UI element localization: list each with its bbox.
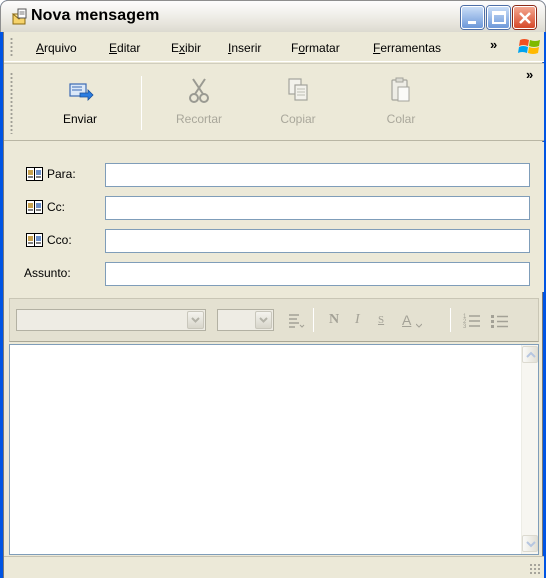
italic-button[interactable]: I — [355, 312, 360, 328]
to-label-button[interactable]: Para: — [26, 167, 76, 181]
bcc-input[interactable] — [105, 229, 530, 253]
maximize-button[interactable] — [487, 6, 510, 29]
to-label: Para: — [47, 167, 76, 181]
address-book-icon — [26, 167, 43, 181]
menu-ferramentas[interactable]: Ferramentas — [373, 41, 441, 55]
format-separator — [450, 308, 451, 332]
menu-bar: Arquivo Editar Exibir Inserir Formatar F… — [4, 32, 544, 62]
bcc-label-button[interactable]: Cco: — [26, 233, 72, 247]
underline-button[interactable]: S — [378, 314, 384, 326]
resize-grip[interactable] — [529, 563, 541, 575]
menu-editar[interactable]: Editar — [109, 41, 140, 55]
toolbar-overflow-chevron[interactable]: » — [526, 67, 533, 82]
toolbar-grip[interactable] — [10, 72, 13, 134]
scroll-down-button[interactable] — [522, 535, 538, 552]
font-size-dropdown-button[interactable] — [255, 311, 272, 329]
font-size-combo[interactable] — [217, 309, 274, 331]
svg-text:3: 3 — [463, 324, 467, 330]
copy-button[interactable]: Copiar — [258, 76, 338, 126]
menu-formatar[interactable]: Formatar — [291, 41, 340, 55]
subject-input[interactable] — [105, 262, 530, 286]
minimize-button[interactable] — [461, 6, 484, 29]
close-button[interactable] — [513, 6, 536, 29]
cc-label: Cc: — [47, 200, 65, 214]
minimize-icon — [468, 21, 476, 24]
cc-row: Cc: — [4, 195, 544, 221]
title-bar[interactable]: Nova mensagem — [0, 0, 546, 32]
bold-button[interactable]: N — [329, 312, 339, 328]
cc-input[interactable] — [105, 196, 530, 220]
window-frame: Arquivo Editar Exibir Inserir Formatar F… — [3, 32, 544, 578]
message-body[interactable] — [9, 344, 539, 555]
to-row: Para: — [4, 162, 544, 188]
formatting-toolbar: N I S A 1 2 3 — [9, 298, 539, 342]
send-icon — [69, 83, 94, 101]
standard-toolbar: Enviar Recortar Copiar Colar » — [4, 63, 544, 141]
paste-button[interactable]: Colar — [361, 76, 441, 126]
menu-arquivo[interactable]: Arquivo — [36, 41, 77, 55]
scissors-icon — [189, 78, 209, 103]
address-fields: Para: Cc: Cco: Assunto: — [4, 142, 544, 292]
cc-label-button[interactable]: Cc: — [26, 200, 65, 214]
paragraph-style-icon[interactable] — [286, 311, 306, 331]
cut-label: Recortar — [175, 112, 222, 126]
bulleted-list-icon[interactable] — [490, 311, 510, 331]
menu-exibir[interactable]: Exibir — [171, 41, 201, 55]
bcc-row: Cco: — [4, 228, 544, 254]
menu-grip[interactable] — [10, 37, 13, 58]
address-book-icon — [26, 233, 43, 247]
subject-label: Assunto: — [24, 266, 71, 280]
close-icon — [519, 12, 531, 24]
message-body-text[interactable] — [14, 349, 518, 550]
font-color-dropdown-icon — [416, 323, 422, 328]
font-name-combo[interactable] — [16, 309, 206, 331]
new-message-icon — [11, 8, 27, 25]
font-color-button[interactable]: A — [402, 312, 411, 328]
copy-label: Copiar — [280, 112, 316, 126]
paste-label: Colar — [386, 112, 416, 126]
copy-icon — [288, 78, 308, 101]
scroll-up-button[interactable] — [522, 346, 538, 363]
toolbar-separator — [141, 76, 142, 130]
format-separator — [313, 308, 314, 332]
numbered-list-icon[interactable]: 1 2 3 — [462, 311, 482, 331]
maximize-icon — [492, 11, 506, 24]
menu-overflow-chevron[interactable]: » — [490, 37, 497, 52]
font-name-dropdown-button[interactable] — [187, 311, 204, 329]
chevron-down-icon — [259, 317, 268, 323]
subject-row: Assunto: — [4, 261, 544, 287]
paste-icon — [391, 77, 410, 102]
chevron-down-icon — [526, 541, 536, 548]
windows-logo-icon — [518, 39, 540, 54]
chevron-up-icon — [526, 351, 536, 358]
cut-button[interactable]: Recortar — [159, 76, 239, 126]
send-label: Enviar — [62, 112, 97, 126]
message-window: Nova mensagem Arquivo Editar Exibir Inse… — [0, 0, 546, 578]
menu-inserir[interactable]: Inserir — [228, 41, 261, 55]
vertical-scrollbar[interactable] — [521, 345, 538, 554]
chevron-down-icon — [191, 317, 200, 323]
send-button[interactable]: Enviar — [40, 76, 120, 126]
address-book-icon — [26, 200, 43, 214]
bcc-label: Cco: — [47, 233, 72, 247]
status-bar — [4, 556, 544, 578]
window-title: Nova mensagem — [31, 7, 160, 24]
to-input[interactable] — [105, 163, 530, 187]
